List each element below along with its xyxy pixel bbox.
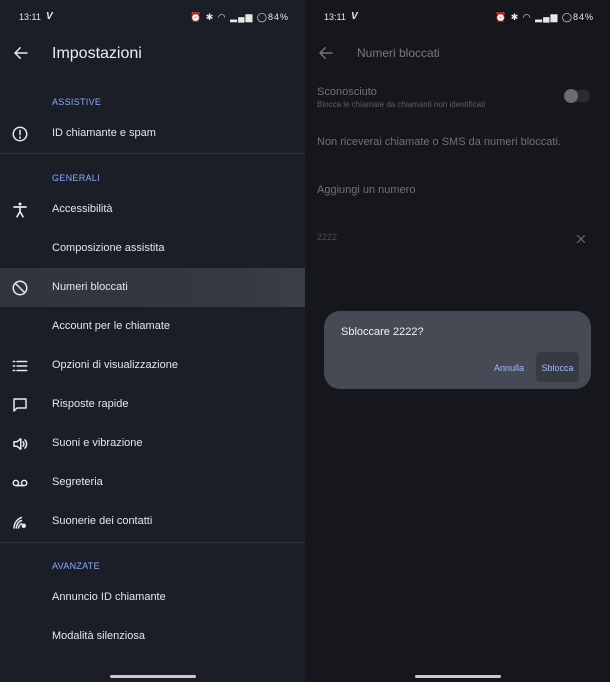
ringtone-icon <box>13 516 26 529</box>
status-time: 13:11 <box>324 12 346 22</box>
app-bar: Impostazioni <box>0 36 305 74</box>
settings-item-label: Segreteria <box>52 476 103 488</box>
settings-item-silent-mode[interactable]: Modalità silenziosa <box>0 617 305 656</box>
settings-item-label: Accessibilità <box>52 203 113 215</box>
volume-icon <box>13 438 28 450</box>
accessibility-icon <box>13 202 27 218</box>
section-generali: GENERALI <box>52 173 100 183</box>
unknown-callers-subtitle: Blocca le chiamate da chiamanti non iden… <box>317 100 486 109</box>
blocked-numbers-screen: 13:11 V ⏰ ✱ ◠ ▂▄▆ ◯84% Numeri bloccati S… <box>305 0 610 682</box>
settings-item-label: Opzioni di visualizzazione <box>52 359 178 371</box>
block-icon <box>12 280 28 296</box>
voicemail-icon <box>12 479 28 487</box>
settings-item-voicemail[interactable]: Segreteria <box>0 463 305 502</box>
settings-item-assisted-dialing[interactable]: Composizione assistita <box>0 229 305 268</box>
settings-item-label: Composizione assistita <box>52 242 165 254</box>
settings-item-caller-id-spam[interactable]: ID chiamante e spam <box>0 114 305 153</box>
list-icon <box>12 360 28 372</box>
carrier-icon: V <box>351 11 358 22</box>
settings-item-label: Risposte rapide <box>52 398 129 410</box>
app-bar: Numeri bloccati <box>305 36 610 74</box>
add-number-button[interactable]: Aggiungi un numero <box>317 184 415 196</box>
battery-level: 84% <box>572 12 594 22</box>
signal-icon: ▂▄▆ <box>230 12 254 22</box>
alarm-icon: ⏰ <box>189 12 203 22</box>
divider <box>0 542 305 543</box>
info-icon <box>12 126 28 142</box>
remove-icon[interactable] <box>575 233 587 245</box>
unblock-button-label: Sblocca <box>541 363 574 373</box>
back-arrow-icon[interactable] <box>317 44 335 62</box>
divider <box>0 153 305 154</box>
status-icons: ⏰ ✱ ◠ ▂▄▆ ◯84% <box>190 12 289 23</box>
unblock-dialog: Sbloccare 2222? Annulla Sblocca <box>324 311 591 389</box>
settings-item-label: Account per le chiamate <box>52 320 171 332</box>
status-bar: 13:11 V ⏰ ✱ ◠ ▂▄▆ ◯84% <box>0 0 305 34</box>
carrier-icon: V <box>46 11 53 22</box>
message-icon <box>13 398 27 412</box>
settings-item-contact-ringtones[interactable]: Suonerie dei contatti <box>0 502 305 541</box>
settings-item-sounds-vibration[interactable]: Suoni e vibrazione <box>0 424 305 463</box>
gesture-nav-bar[interactable] <box>109 675 196 678</box>
settings-item-caller-id-announcement[interactable]: Annuncio ID chiamante <box>0 578 305 617</box>
blocked-info-text: Non riceverai chiamate o SMS da numeri b… <box>317 136 561 148</box>
unknown-callers-toggle[interactable] <box>564 89 590 103</box>
alarm-icon: ⏰ <box>494 12 508 22</box>
settings-item-label: Suonerie dei contatti <box>52 515 153 527</box>
page-title: Impostazioni <box>52 45 142 62</box>
unknown-callers-title: Sconosciuto <box>317 86 377 98</box>
section-avanzate: AVANZATE <box>52 561 100 571</box>
settings-item-calling-accounts[interactable]: Account per le chiamate <box>0 307 305 346</box>
cancel-button[interactable]: Annulla <box>494 363 524 373</box>
bluetooth-icon: ✱ <box>205 12 215 22</box>
battery-icon: ◯ <box>256 12 268 22</box>
settings-screen: 13:11 V ⏰ ✱ ◠ ▂▄▆ ◯84% Impostazioni ASSI… <box>0 0 305 682</box>
blocked-number: 2222 <box>317 232 338 242</box>
bluetooth-icon: ✱ <box>510 12 520 22</box>
wifi-icon: ◠ <box>522 12 532 22</box>
dialog-title: Sbloccare 2222? <box>341 326 424 338</box>
wifi-icon: ◠ <box>217 12 227 22</box>
settings-item-label: Annuncio ID chiamante <box>52 591 166 603</box>
settings-item-display-options[interactable]: Opzioni di visualizzazione <box>0 346 305 385</box>
page-title: Numeri bloccati <box>357 46 440 60</box>
settings-item-accessibility[interactable]: Accessibilità <box>0 190 305 229</box>
status-bar: 13:11 V ⏰ ✱ ◠ ▂▄▆ ◯84% <box>305 0 610 34</box>
status-icons: ⏰ ✱ ◠ ▂▄▆ ◯84% <box>495 12 594 23</box>
gesture-nav-bar[interactable] <box>414 675 501 678</box>
signal-icon: ▂▄▆ <box>535 12 559 22</box>
settings-item-label: Modalità silenziosa <box>52 630 145 642</box>
settings-item-label: Suoni e vibrazione <box>52 437 143 449</box>
battery-level: 84% <box>267 12 289 22</box>
back-arrow-icon[interactable] <box>12 44 30 62</box>
settings-item-label: Numeri bloccati <box>52 281 128 293</box>
settings-item-quick-responses[interactable]: Risposte rapide <box>0 385 305 424</box>
battery-icon: ◯ <box>561 12 573 22</box>
settings-item-blocked-numbers[interactable]: Numeri bloccati <box>0 268 305 307</box>
section-assistive: ASSISTIVE <box>52 97 102 107</box>
unblock-button[interactable]: Sblocca <box>536 352 579 382</box>
toggle-knob <box>564 89 578 103</box>
settings-item-label: ID chiamante e spam <box>52 127 156 139</box>
status-time: 13:11 <box>19 12 41 22</box>
